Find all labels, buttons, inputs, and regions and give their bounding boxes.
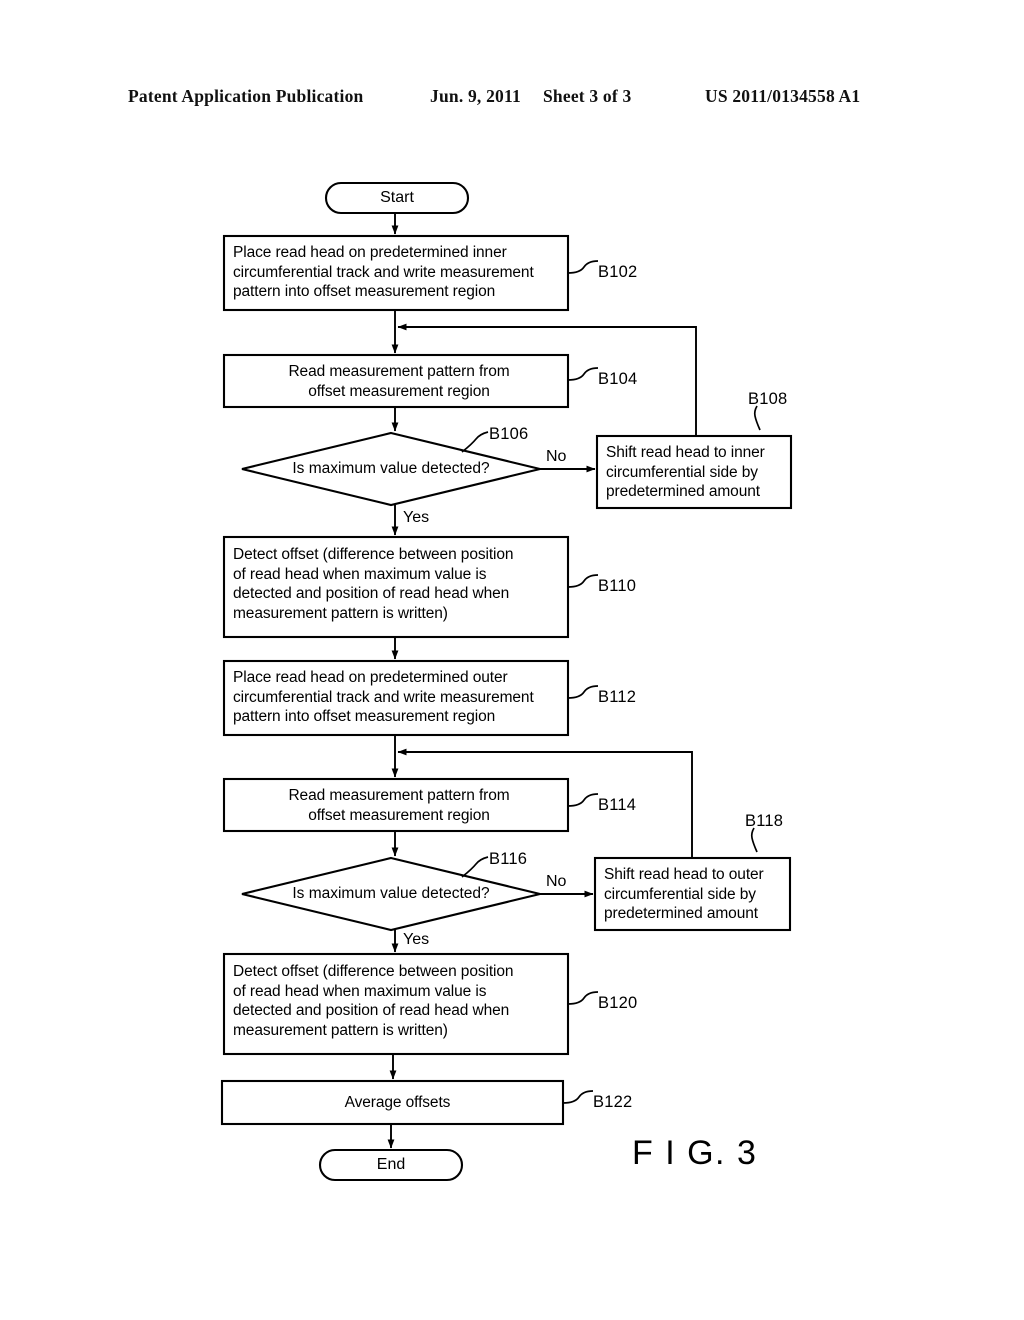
- b110-box-text: Detect offset (difference between positi…: [233, 546, 514, 622]
- leader-b104: [567, 367, 599, 381]
- ref-label-b116: B116: [489, 850, 528, 868]
- b106-diamond-text: Is maximum value detected?: [292, 460, 490, 477]
- branch-label-no-b116: No: [546, 873, 567, 890]
- leader-b108: [753, 405, 761, 431]
- flowchart-canvas: [220, 181, 793, 1182]
- b108-box-text: Shift read head to inner circumferential…: [606, 444, 765, 500]
- leader-b118: [750, 827, 758, 853]
- b122-box-text: Average offsets: [344, 1094, 451, 1111]
- leader-b102: [567, 260, 599, 274]
- ref-label-b104: B104: [598, 370, 638, 388]
- b102-box-text: Place read head on predetermined inner c…: [233, 244, 534, 300]
- leader-b112: [567, 685, 599, 699]
- b112-box-text: Place read head on predetermined outer c…: [233, 669, 534, 725]
- b120-box-text: Detect offset (difference between positi…: [233, 963, 514, 1039]
- ref-label-b114: B114: [598, 796, 637, 814]
- leader-b110: [567, 574, 599, 588]
- branch-label-yes-b106: Yes: [403, 509, 430, 526]
- b114-box-text: Read measurement pattern from offset mea…: [288, 787, 510, 824]
- ref-label-b110: B110: [598, 577, 637, 595]
- b104-box-text: Read measurement pattern from offset mea…: [288, 363, 510, 400]
- b118-box-text: Shift read head to outer circumferential…: [604, 866, 764, 922]
- branch-label-yes-b116: Yes: [403, 931, 430, 948]
- ref-label-b106: B106: [489, 425, 529, 443]
- ref-label-b102: B102: [598, 263, 638, 281]
- branch-label-no-b106: No: [546, 448, 567, 465]
- ref-label-b108: B108: [748, 390, 788, 408]
- leader-b106: [461, 431, 489, 453]
- end-terminal-label: End: [376, 1156, 406, 1173]
- start-terminal-label: Start: [380, 189, 414, 206]
- figure-caption: F I G. 3: [632, 1134, 758, 1172]
- leader-b116: [461, 856, 489, 878]
- flowchart-figure: Start End Place read head on predetermin…: [0, 0, 1024, 1320]
- leader-b114: [567, 793, 599, 807]
- ref-label-b112: B112: [598, 688, 637, 706]
- leader-b122: [562, 1090, 594, 1104]
- ref-label-b122: B122: [593, 1093, 633, 1111]
- b116-diamond-text: Is maximum value detected?: [292, 885, 490, 902]
- leader-b120: [567, 991, 599, 1005]
- ref-label-b120: B120: [598, 994, 638, 1012]
- ref-label-b118: B118: [745, 812, 784, 830]
